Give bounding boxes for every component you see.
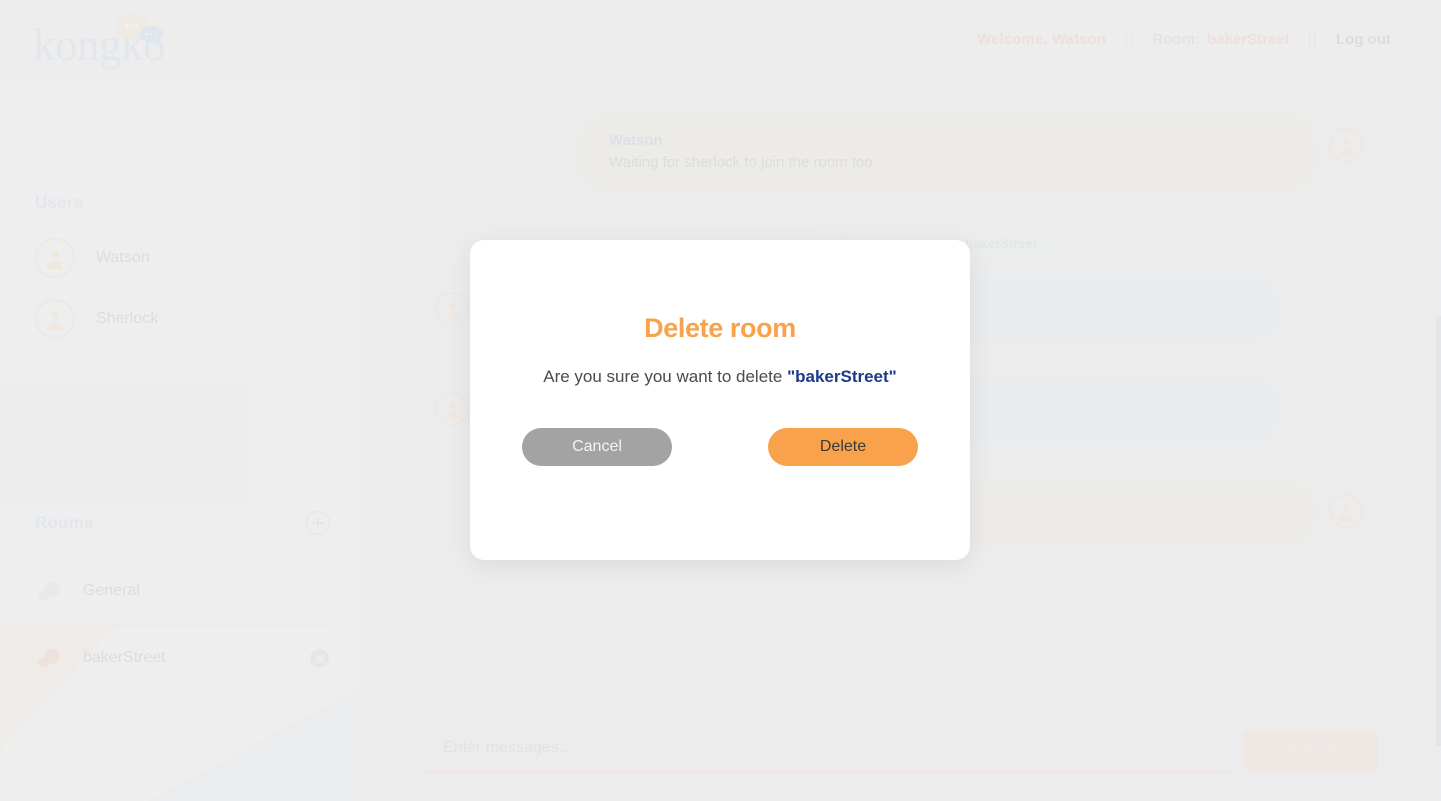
delete-room-dialog: Delete room Are you sure you want to del… [470, 240, 970, 560]
dialog-room-name: "bakerStreet" [787, 367, 897, 386]
confirm-delete-button[interactable]: Delete [768, 428, 918, 466]
dialog-actions: Cancel Delete [470, 428, 970, 466]
chat-app-window: kongko Welcome, Watson || Room: bakerStr… [0, 0, 1441, 801]
dialog-title: Delete room [644, 313, 796, 343]
cancel-button[interactable]: Cancel [522, 428, 672, 466]
dialog-message-prefix: Are you sure you want to delete [543, 367, 788, 386]
dialog-message: Are you sure you want to delete "bakerSt… [470, 367, 970, 387]
